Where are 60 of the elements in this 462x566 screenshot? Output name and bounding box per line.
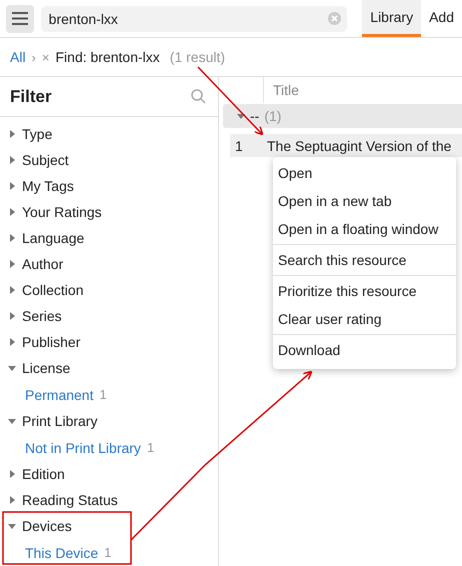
filter-category[interactable]: Language <box>22 230 84 246</box>
tab[interactable]: Add <box>421 0 462 37</box>
filter-category[interactable]: Devices <box>22 518 72 534</box>
collapsed-caret-icon[interactable] <box>8 234 16 242</box>
filter-count: 1 <box>146 440 154 455</box>
filter-category[interactable]: Your Ratings <box>22 204 102 220</box>
search-icon[interactable] <box>191 89 206 104</box>
menu-item[interactable]: Search this resource <box>273 246 456 274</box>
collapsed-caret-icon[interactable] <box>8 496 16 504</box>
filter-value-link[interactable]: Not in Print Library <box>25 440 141 456</box>
filter-count: 1 <box>104 545 112 560</box>
expanded-caret-icon[interactable] <box>8 364 16 372</box>
column-header[interactable]: Title <box>264 82 299 98</box>
collapsed-caret-icon[interactable] <box>8 208 16 216</box>
menu-item[interactable]: Clear user rating <box>273 305 456 333</box>
collapsed-caret-icon[interactable] <box>8 156 16 164</box>
menu-item[interactable]: Open in a floating window <box>273 215 456 243</box>
expanded-caret-icon[interactable] <box>8 417 16 425</box>
collapsed-caret-icon[interactable] <box>8 338 16 346</box>
menu-item[interactable]: Prioritize this resource <box>273 277 456 305</box>
title-cell: The Septuagint Version of the <box>267 138 452 154</box>
breadcrumb-link[interactable]: All <box>10 49 26 65</box>
tab[interactable]: Library <box>362 0 422 37</box>
filter-value-link[interactable]: This Device <box>25 544 98 560</box>
menu-icon <box>12 12 28 25</box>
filter-category[interactable]: My Tags <box>22 178 74 194</box>
filter-category[interactable]: Subject <box>22 152 69 168</box>
row-number: 1 <box>234 138 244 154</box>
expanded-caret-icon[interactable] <box>8 522 16 530</box>
table-row[interactable]: 1 The Septuagint Version of the <box>230 134 462 157</box>
collapsed-caret-icon[interactable] <box>8 130 16 138</box>
filter-category[interactable]: Reading Status <box>22 492 118 508</box>
filter-value-link[interactable]: Permanent <box>25 386 94 402</box>
group-label: -- <box>250 108 260 124</box>
filter-category[interactable]: Edition <box>22 466 65 482</box>
group-count: (1) <box>264 108 282 124</box>
group-row[interactable]: -- (1) <box>223 104 462 128</box>
filter-count: 1 <box>99 387 107 402</box>
menu-item[interactable]: Open in a new tab <box>273 187 456 215</box>
breadcrumb-separator: › <box>32 50 36 64</box>
result-count: (1 result) <box>170 49 226 65</box>
filter-heading: Filter <box>10 86 52 106</box>
filter-category[interactable]: Series <box>22 308 62 324</box>
collapsed-caret-icon[interactable] <box>8 286 16 294</box>
collapsed-caret-icon[interactable] <box>8 260 16 268</box>
breadcrumb-current: Find: brenton-lxx <box>56 49 160 65</box>
menu-button[interactable] <box>6 4 34 32</box>
filter-category[interactable]: Publisher <box>22 334 80 350</box>
filter-category[interactable]: Type <box>22 126 52 142</box>
collapsed-caret-icon[interactable] <box>8 312 16 320</box>
filter-category[interactable]: Collection <box>22 282 84 298</box>
collapsed-caret-icon[interactable] <box>8 182 16 190</box>
annotation-arrow <box>197 66 264 136</box>
collapsed-caret-icon[interactable] <box>8 470 16 478</box>
expanded-caret-icon[interactable] <box>237 112 245 120</box>
filter-category[interactable]: Author <box>22 256 64 272</box>
filter-category[interactable]: Print Library <box>22 413 98 429</box>
filter-category[interactable]: License <box>22 360 70 376</box>
menu-item[interactable]: Open <box>273 159 456 187</box>
menu-item[interactable]: Download <box>273 336 456 364</box>
